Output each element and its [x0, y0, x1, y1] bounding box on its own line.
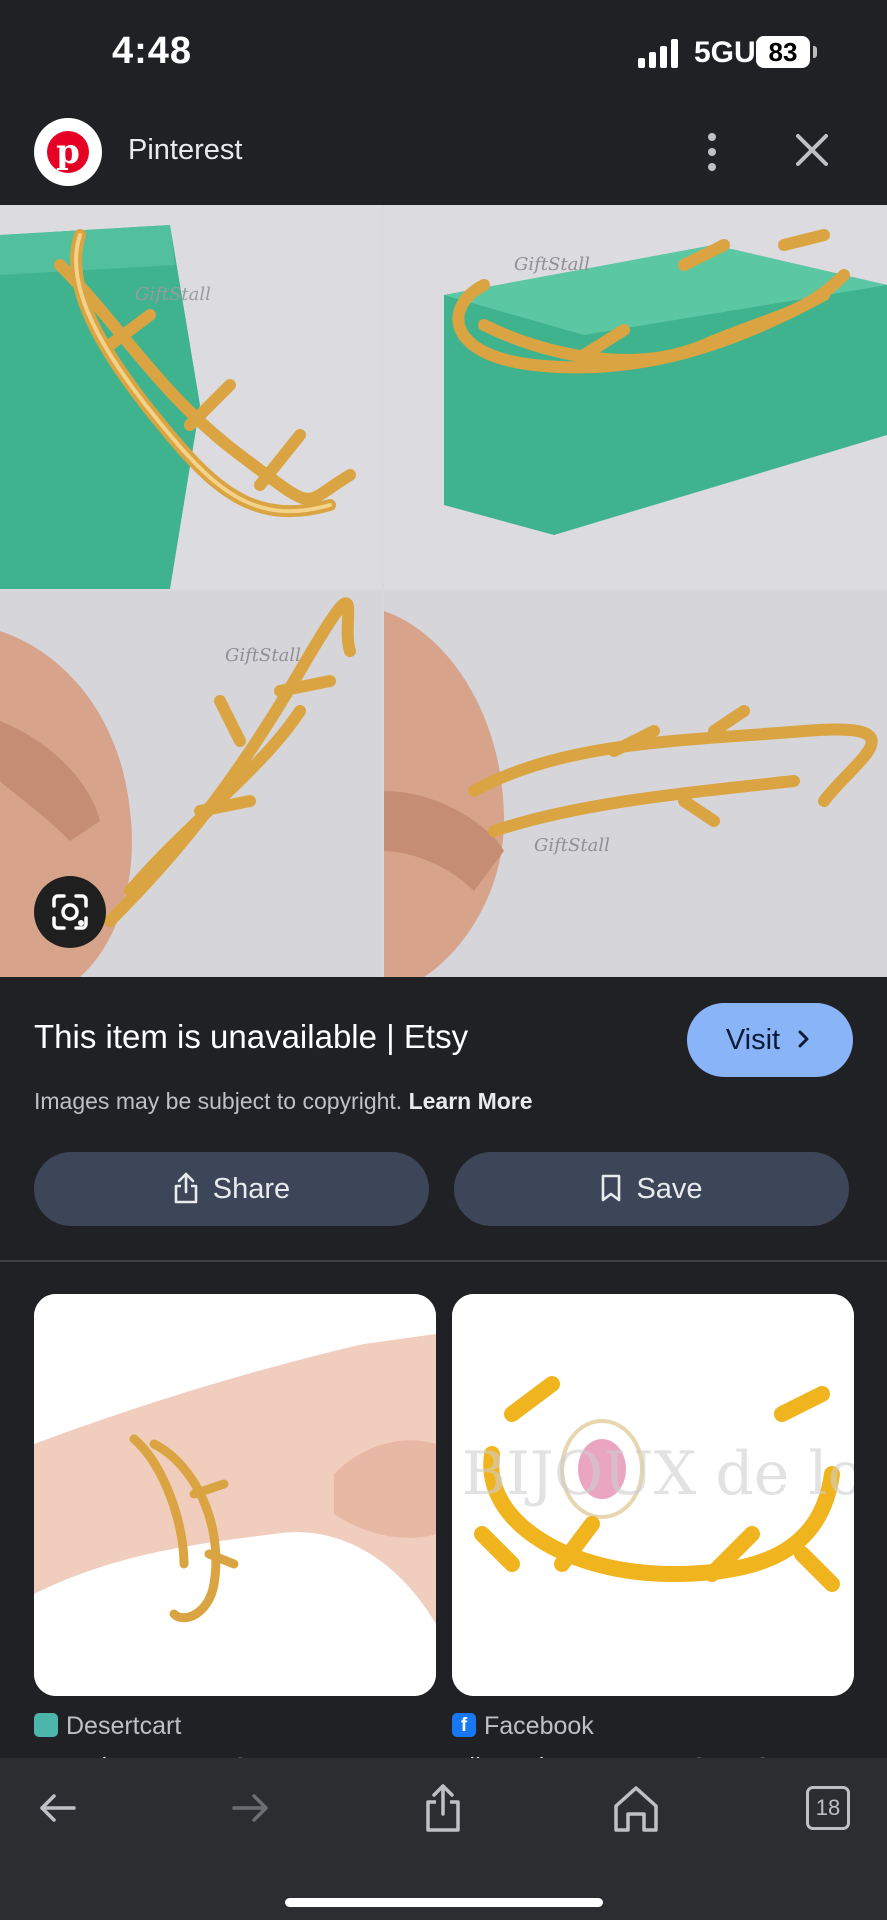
source-title[interactable]: Pinterest	[128, 134, 242, 167]
tabs-icon[interactable]: 18	[800, 1780, 856, 1836]
status-bar: 4:48 5GUW 83	[0, 0, 887, 110]
bracelet-on-box-side: GiftStall	[0, 205, 382, 589]
home-indicator	[285, 1898, 603, 1907]
bookmark-icon	[602, 1175, 621, 1202]
related-image-1[interactable]	[34, 1294, 436, 1696]
app-header: p Pinterest	[0, 110, 887, 205]
visit-button[interactable]: Visit	[687, 1003, 853, 1077]
home-icon[interactable]	[608, 1780, 664, 1836]
close-icon[interactable]	[790, 128, 834, 172]
back-icon[interactable]	[30, 1780, 86, 1836]
facebook-favicon-icon: f	[452, 1713, 476, 1738]
pinterest-logo[interactable]: p	[34, 118, 102, 186]
forward-icon[interactable]	[222, 1780, 278, 1836]
page-title[interactable]: This item is unavailable | Etsy	[34, 1018, 468, 1056]
learn-more-link[interactable]: Learn More	[409, 1088, 533, 1114]
svg-text:GiftStall: GiftStall	[514, 254, 590, 275]
bracelet-pink-gem: BIJOUX de lou	[452, 1294, 854, 1696]
bracelet-on-wrist	[34, 1294, 436, 1696]
save-label: Save	[636, 1173, 703, 1205]
related-source-1[interactable]: Desertcart	[34, 1712, 181, 1741]
pinterest-p-icon: p	[47, 131, 89, 173]
browser-toolbar: 18	[0, 1758, 887, 1920]
source-name: Desertcart	[66, 1712, 182, 1740]
save-button[interactable]: Save	[454, 1152, 849, 1226]
watermark: BIJOUX de lou	[462, 1439, 854, 1509]
visit-label: Visit	[725, 1024, 781, 1056]
svg-text:GiftStall: GiftStall	[534, 835, 610, 856]
battery-indicator: 83	[756, 36, 810, 68]
bracelet-in-hand-right: GiftStall	[384, 591, 887, 977]
bracelet-on-box-front: GiftStall	[384, 205, 887, 589]
copyright-text: Images may be subject to copyright.	[34, 1088, 403, 1114]
share-button[interactable]: Share	[34, 1152, 429, 1226]
battery-tip	[813, 46, 817, 58]
share-icon	[174, 1173, 198, 1204]
divider	[0, 1260, 887, 1262]
svg-text:GiftStall: GiftStall	[225, 645, 301, 666]
lens-search-icon[interactable]	[34, 876, 106, 948]
share-icon[interactable]	[415, 1780, 471, 1836]
source-name: Facebook	[484, 1712, 594, 1740]
related-source-2[interactable]: f Facebook	[452, 1712, 594, 1741]
clock: 4:48	[112, 30, 193, 72]
share-label: Share	[212, 1173, 291, 1205]
main-image[interactable]: GiftStall GiftStall GiftStall GiftStall	[0, 205, 887, 977]
tab-count: 18	[806, 1786, 850, 1830]
copyright-notice: Images may be subject to copyright. Lear…	[34, 1088, 533, 1115]
related-image-2[interactable]: BIJOUX de lou	[452, 1294, 854, 1696]
svg-text:GiftStall: GiftStall	[135, 284, 211, 305]
more-vert-icon[interactable]	[700, 130, 724, 174]
chevron-right-icon	[798, 1030, 809, 1048]
signal-icon	[638, 39, 678, 68]
desertcart-favicon-icon	[34, 1713, 58, 1738]
